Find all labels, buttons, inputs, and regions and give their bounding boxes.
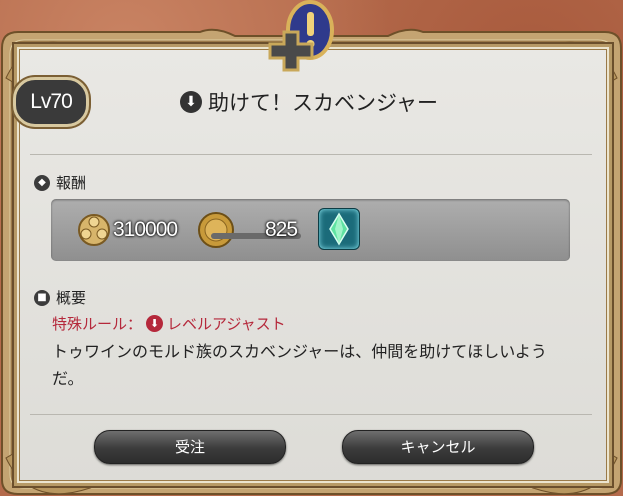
title-divider [30, 154, 592, 155]
level-sync-icon: ⬇ [146, 315, 164, 332]
special-rule: 特殊ルール： ⬇ レベルアジャスト [52, 313, 286, 334]
rewards-icon: ◆ [34, 174, 50, 191]
crystal-item-icon[interactable] [318, 208, 360, 250]
quest-title-text: 助けて！スカベンジャー [208, 91, 438, 115]
quest-emblem-icon [268, 0, 334, 72]
gil-icon [78, 214, 110, 246]
exp-coin-icon [198, 212, 234, 248]
rewards-section-label: ◆ 報酬 [34, 172, 86, 193]
rewards-label: 報酬 [56, 174, 87, 192]
rule-name: レベルアジャスト [167, 315, 286, 333]
summary-label: 概要 [56, 289, 87, 307]
exp-reward: 825 [265, 211, 298, 249]
gil-amount: 310000 [113, 218, 178, 241]
quest-title: ⬇ 助けて！スカベンジャー [180, 88, 438, 116]
quest-description: トゥワインのモルド族のスカベンジャーは、仲間を助けてほしいようだ。 [52, 342, 547, 388]
rule-prefix: 特殊ルール： [52, 315, 143, 333]
exp-amount: 825 [265, 218, 298, 241]
footer-divider [30, 414, 592, 415]
book-icon: ■ [34, 289, 50, 306]
gil-reward: 310000 [75, 211, 178, 249]
cancel-button[interactable]: キャンセル [342, 430, 534, 464]
accept-button[interactable]: 受注 [94, 430, 286, 464]
summary-section-label: ■ 概要 [34, 287, 86, 308]
down-arrow-icon: ⬇ [180, 91, 202, 113]
level-badge: Lv70 [13, 77, 89, 127]
rewards-box: 310000 825 [51, 199, 570, 261]
